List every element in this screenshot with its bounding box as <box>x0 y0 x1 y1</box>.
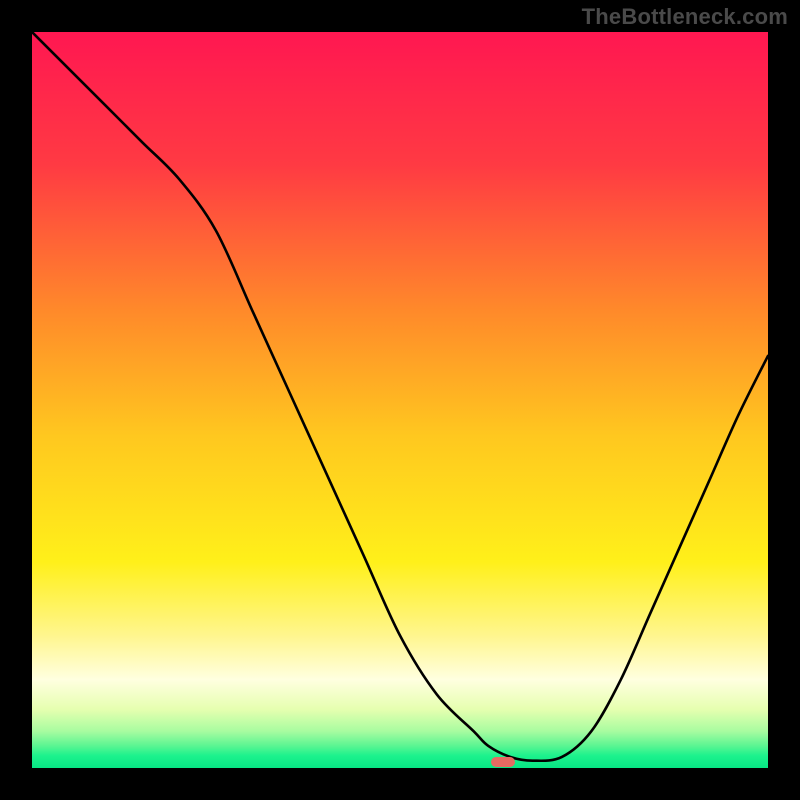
chart-frame: TheBottleneck.com <box>0 0 800 800</box>
plot-area <box>32 32 768 768</box>
optimal-marker <box>491 757 515 767</box>
chart-svg <box>32 32 768 768</box>
watermark-text: TheBottleneck.com <box>582 4 788 30</box>
